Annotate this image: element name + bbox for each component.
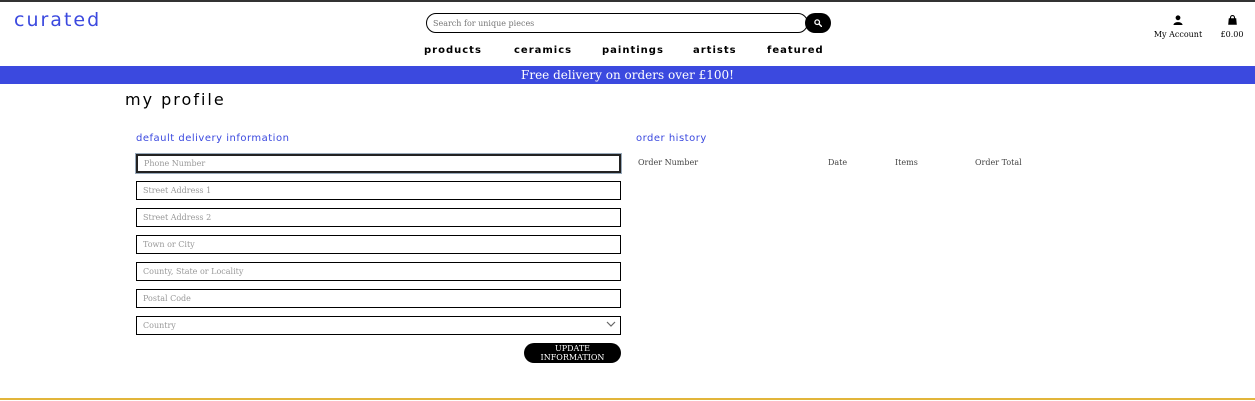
search-icon: [814, 19, 822, 27]
my-account-link[interactable]: My Account: [1153, 10, 1203, 39]
town-city-field[interactable]: [136, 235, 621, 254]
site-logo[interactable]: curated: [14, 9, 101, 31]
user-icon: [1173, 15, 1183, 25]
street-address-2-field[interactable]: [136, 208, 621, 227]
shopping-bag-link[interactable]: £0.00: [1217, 10, 1247, 39]
date-header: Date: [828, 158, 848, 167]
nav-paintings[interactable]: paintings: [602, 45, 664, 56]
postal-code-field[interactable]: [136, 289, 621, 308]
bag-total: £0.00: [1220, 30, 1244, 39]
street-address-1-field[interactable]: [136, 181, 621, 200]
shopping-bag-icon: [1227, 15, 1237, 25]
page-title: my profile: [125, 90, 226, 109]
order-number-header: Order Number: [638, 158, 699, 167]
delivery-info-heading: default delivery information: [136, 133, 290, 144]
chevron-down-icon: [606, 321, 616, 327]
update-information-button[interactable]: UPDATE INFORMATION: [524, 343, 621, 363]
main-nav: products ceramics paintings artists feat…: [0, 45, 1255, 59]
nav-artists[interactable]: artists: [693, 45, 737, 56]
footer-border: [0, 398, 1255, 400]
delivery-banner: Free delivery on orders over £100!: [0, 66, 1255, 84]
search-input[interactable]: [426, 13, 808, 33]
nav-products[interactable]: products: [424, 45, 482, 56]
order-history-heading: order history: [636, 133, 707, 144]
country-select[interactable]: Country: [136, 316, 621, 335]
county-field[interactable]: [136, 262, 621, 281]
search-button[interactable]: [805, 13, 831, 33]
phone-number-field[interactable]: [136, 154, 621, 173]
nav-ceramics[interactable]: ceramics: [514, 45, 572, 56]
order-total-header: Order Total: [975, 158, 1022, 167]
items-header: Items: [895, 158, 918, 167]
nav-featured[interactable]: featured: [767, 45, 824, 56]
top-border: [0, 0, 1255, 2]
my-account-label: My Account: [1153, 30, 1203, 39]
